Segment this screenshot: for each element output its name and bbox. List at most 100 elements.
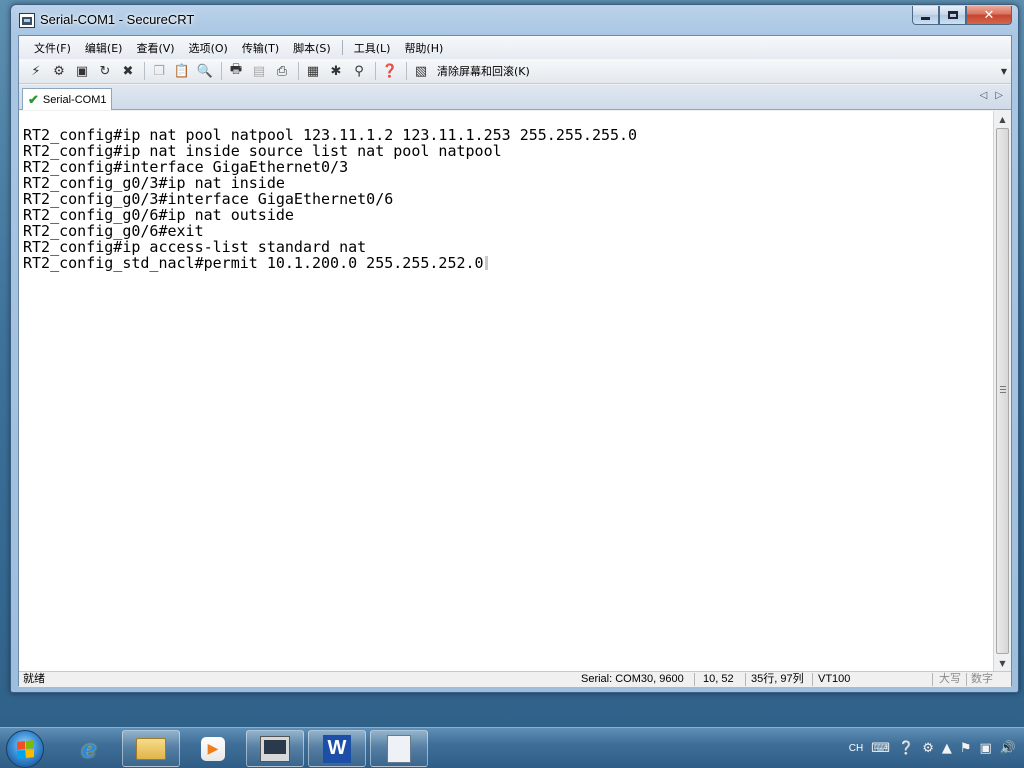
menu-edit[interactable]: 编辑(E) [78,40,130,56]
maximize-button[interactable] [939,6,966,25]
media-player-icon: ▶ [201,736,225,761]
scrollbar-grip-icon [1000,386,1006,393]
paste-icon[interactable]: 📋 [173,62,191,80]
status-separator [966,673,967,686]
taskbar-securecrt[interactable] [246,730,304,767]
toolbar-separator [221,62,222,80]
status-emulation: VT100 [818,673,851,685]
wps-writer-icon: W [323,734,351,763]
status-connection: Serial: COM30, 9600 [581,673,684,685]
session-options-icon[interactable]: ▦ [304,62,322,80]
quick-connect-icon[interactable]: ⚙ [50,62,68,80]
system-tray: CH ⌨ ❔ ⚙ ▲ ⚑ ▣ 🔊 [849,728,1016,768]
taskbar-document[interactable] [370,730,428,767]
connect-icon[interactable]: ⚡ [27,62,45,80]
clear-screen-button[interactable]: 清除屏幕和回滚(K) [437,63,530,79]
window-title: Serial-COM1 - SecureCRT [40,12,195,27]
title-bar[interactable]: Serial-COM1 - SecureCRT ✕ [11,5,1018,35]
terminal-screen[interactable]: RT2_config#ip nat pool natpool 123.11.1.… [19,111,994,671]
menu-options[interactable]: 选项(O) [182,40,235,56]
scrollbar-thumb[interactable] [996,128,1009,654]
terminal-current-text: RT2_config_std_nacl#permit 10.1.200.0 25… [23,254,484,272]
start-button[interactable] [6,730,44,768]
tab-prev-icon[interactable]: ◁ [980,90,988,101]
status-separator [694,673,695,686]
status-num-lock: 数字 [971,673,993,685]
keyboard-icon[interactable]: ⌨ [871,741,890,756]
tab-serial-com1[interactable]: ✔ Serial-COM1 [22,88,112,110]
menu-bar: 文件(F) 编辑(E) 查看(V) 选项(O) 传输(T) 脚本(S) 工具(L… [19,36,1011,59]
toolbar-separator [144,62,145,80]
input-language[interactable]: CH [849,743,863,754]
securecrt-icon [260,735,290,762]
taskbar-media-player[interactable]: ▶ [184,730,242,767]
status-separator [745,673,746,686]
scroll-down-arrow-icon[interactable]: ▼ [994,655,1011,671]
print-selection-icon[interactable]: ▤ [250,62,268,80]
terminal-line: RT2_config#ip nat inside source list nat… [23,142,502,160]
print-screen-icon[interactable]: 🖶 [227,62,245,80]
securecrt-window: Serial-COM1 - SecureCRT ✕ 文件(F) 编辑(E) 查看… [10,4,1019,693]
text-cursor [484,256,488,270]
menu-transfer[interactable]: 传输(T) [235,40,286,56]
maximize-icon [947,11,958,19]
tab-next-icon[interactable]: ▷ [995,90,1003,101]
terminal-line: RT2_config#ip nat pool natpool 123.11.1.… [23,126,638,144]
network-icon[interactable]: ▣ [980,741,992,756]
terminal-line-current: RT2_config_std_nacl#permit 10.1.200.0 25… [23,255,993,271]
minimize-button[interactable] [912,6,939,25]
minimize-icon [921,16,930,20]
menu-separator [341,40,343,55]
terminal-line: RT2_config#ip access-list standard nat [23,238,367,256]
keymap-icon[interactable]: ⚲ [350,62,368,80]
connected-check-icon: ✔ [28,91,39,107]
close-icon: ✕ [983,7,995,23]
taskbar-word[interactable]: W [308,730,366,767]
global-options-icon[interactable]: ✱ [327,62,345,80]
help-circle-icon[interactable]: ❔ [898,741,914,756]
action-center-flag-icon[interactable]: ⚑ [960,741,972,756]
volume-icon[interactable]: 🔊 [1000,741,1016,756]
find-icon[interactable]: 🔍 [196,62,214,80]
document-icon [387,734,411,763]
toolbar-separator [298,62,299,80]
reconnect-icon[interactable]: ↻ [96,62,114,80]
toolbar-separator [406,62,407,80]
menu-view[interactable]: 查看(V) [129,40,181,56]
close-button[interactable]: ✕ [966,6,1012,25]
menu-script[interactable]: 脚本(S) [286,40,338,56]
status-separator [932,673,933,686]
disconnect-icon[interactable]: ✖ [119,62,137,80]
tab-label: Serial-COM1 [42,93,107,106]
toolbar: ⚡ ⚙ ▣ ↻ ✖ ❐ 📋 🔍 🖶 ▤ ⎙ ▦ ✱ ⚲ ❓ ▧ 清除屏幕和回滚(… [19,59,1011,84]
scroll-up-arrow-icon[interactable]: ▲ [994,111,1011,127]
folder-icon [136,737,166,760]
status-bar: 就绪 Serial: COM30, 9600 10, 52 35行, 97列 V… [19,671,1011,687]
status-separator [812,673,813,686]
menu-file[interactable]: 文件(F) [27,40,78,56]
status-ready: 就绪 [23,673,45,685]
toolbar-separator [375,62,376,80]
clear-screen-icon[interactable]: ▧ [412,62,430,80]
status-screen-size: 35行, 97列 [751,673,804,685]
menu-help[interactable]: 帮助(H) [397,40,450,56]
terminal-line: RT2_config_g0/6#ip nat outside [23,206,294,224]
toolbar-overflow-icon[interactable]: ▼ [1001,67,1007,76]
menu-tools[interactable]: 工具(L) [347,40,398,56]
terminal-line: RT2_config#interface GigaEthernet0/3 [23,158,349,176]
tab-navigation: ◁ ▷ [980,90,1003,101]
taskbar: e ▶ W CH ⌨ ❔ ⚙ ▲ ⚑ ▣ 🔊 [0,727,1024,768]
show-hidden-icons-arrow-icon[interactable]: ▲ [942,741,952,756]
print-icon[interactable]: ⎙ [273,62,291,80]
windows-logo-icon [16,739,34,759]
terminal-line: RT2_config_g0/6#exit [23,222,204,240]
terminal-line: RT2_config_g0/3#interface GigaEthernet0/… [23,190,394,208]
securecrt-app-icon[interactable] [19,13,35,28]
vertical-scrollbar[interactable]: ▲ ▼ [993,111,1011,671]
copy-icon[interactable]: ❐ [150,62,168,80]
taskbar-file-explorer[interactable] [122,730,180,767]
options-icon[interactable]: ⚙ [922,741,934,756]
connect-in-tab-icon[interactable]: ▣ [73,62,91,80]
help-icon[interactable]: ❓ [381,62,399,80]
taskbar-internet-explorer[interactable]: e [60,730,118,767]
